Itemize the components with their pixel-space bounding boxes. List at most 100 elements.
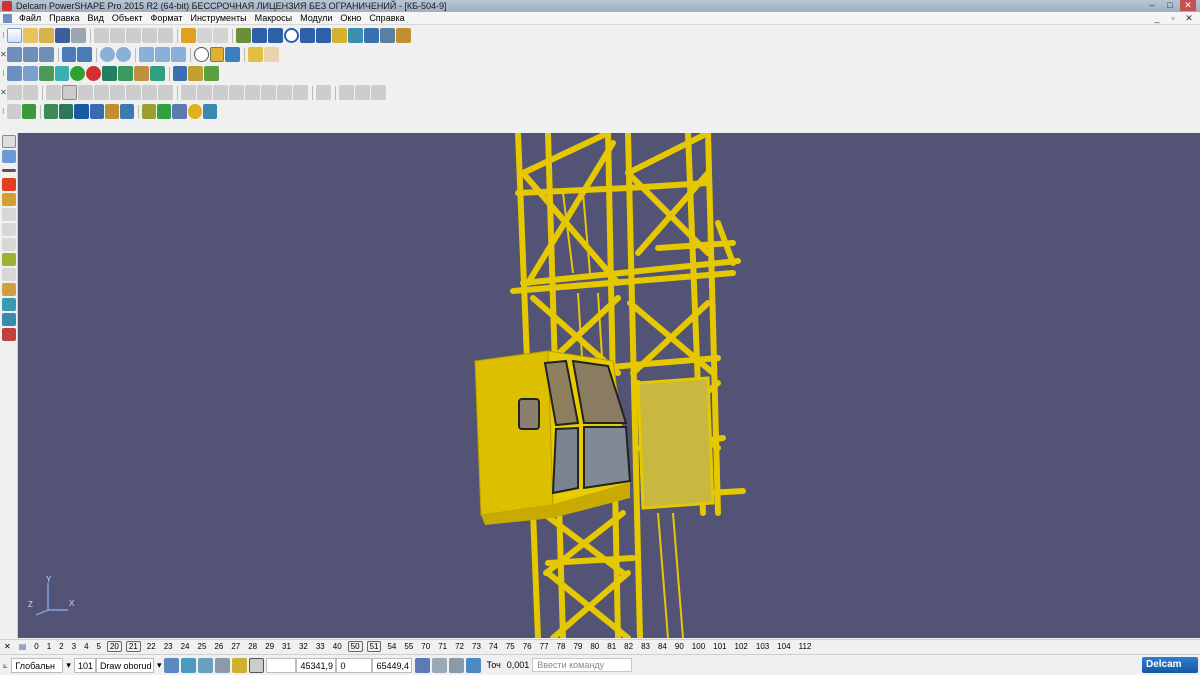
assembly-constraint-icon[interactable] xyxy=(89,104,104,119)
toolbar-grip[interactable]: ⁝ xyxy=(0,28,7,43)
level-number[interactable]: 101 xyxy=(73,657,96,673)
view-top-icon[interactable] xyxy=(6,47,22,62)
level-button[interactable]: 27 xyxy=(227,642,244,651)
level-button[interactable]: 40 xyxy=(329,642,346,651)
line-icon[interactable] xyxy=(252,28,267,43)
level-button[interactable]: 29 xyxy=(261,642,278,651)
object-list-icon[interactable] xyxy=(22,66,38,81)
level-button[interactable]: 100 xyxy=(688,642,709,651)
arc-icon[interactable] xyxy=(268,28,283,43)
menu-format[interactable]: Формат xyxy=(147,13,187,23)
chain-icon[interactable] xyxy=(2,193,16,206)
assembly-group-icon[interactable] xyxy=(74,104,89,119)
toolbar-grip[interactable]: ⁝ xyxy=(0,104,7,119)
feature-tree-icon[interactable] xyxy=(339,85,354,100)
delete-icon[interactable] xyxy=(158,28,173,43)
calculator-icon[interactable] xyxy=(415,657,431,673)
assembly-icon[interactable] xyxy=(204,66,220,81)
level-button[interactable]: 70 xyxy=(417,642,434,651)
feature-chamfer-icon[interactable] xyxy=(197,85,212,100)
ball-green-icon[interactable] xyxy=(70,66,86,81)
level-button[interactable]: 80 xyxy=(586,642,603,651)
mdi-close-button[interactable]: ✕ xyxy=(1182,13,1196,24)
offset-icon[interactable] xyxy=(2,283,16,296)
assembly-replace-icon[interactable] xyxy=(119,104,135,119)
level-button[interactable]: 78 xyxy=(553,642,570,651)
command-input[interactable]: Ввести команду xyxy=(532,658,633,672)
close-button[interactable]: ✕ xyxy=(1180,0,1196,11)
copy-icon[interactable] xyxy=(110,28,125,43)
level-button[interactable]: 76 xyxy=(519,642,536,651)
solid-revolve-icon[interactable] xyxy=(23,85,38,100)
document-icon[interactable] xyxy=(3,13,12,23)
level-button[interactable]: 25 xyxy=(194,642,211,651)
coord-x-field[interactable]: 45341,9 xyxy=(296,657,337,673)
level-button[interactable]: 74 xyxy=(485,642,502,651)
level-button[interactable]: 28 xyxy=(244,642,261,651)
redo-icon[interactable] xyxy=(197,28,212,43)
level-button[interactable]: 102 xyxy=(731,642,752,651)
component-icon[interactable] xyxy=(6,104,21,119)
shaded-view-icon[interactable] xyxy=(181,657,197,673)
solid-wedge-icon[interactable] xyxy=(158,85,173,100)
solid-block-icon[interactable] xyxy=(46,85,61,100)
material-icon[interactable] xyxy=(38,66,54,81)
level-button[interactable]: 77 xyxy=(536,642,553,651)
open-recent-icon[interactable] xyxy=(39,28,54,43)
level-button-active[interactable]: 21 xyxy=(125,641,141,652)
minimize-button[interactable]: – xyxy=(1144,0,1160,11)
shading-analysis-icon[interactable] xyxy=(187,104,202,119)
view-front-icon[interactable] xyxy=(22,47,38,62)
blank-icon[interactable] xyxy=(215,657,231,673)
toolbar-close[interactable]: ✕ xyxy=(0,85,7,100)
level-button-active[interactable]: 50 xyxy=(347,641,363,652)
text-icon[interactable] xyxy=(316,28,331,43)
erase-icon[interactable] xyxy=(142,28,157,43)
color-icon[interactable] xyxy=(54,66,70,81)
save-icon[interactable] xyxy=(55,28,70,43)
workplane-icon[interactable]: ⟀ xyxy=(0,658,11,673)
level-button[interactable]: 104 xyxy=(773,642,794,651)
analyse-icon[interactable] xyxy=(172,104,187,119)
feature-hole-icon[interactable] xyxy=(213,85,228,100)
level-button[interactable]: 24 xyxy=(177,642,194,651)
level-button[interactable]: 90 xyxy=(671,642,688,651)
arrow-icon[interactable] xyxy=(102,66,117,81)
shaded-edges-icon[interactable] xyxy=(225,47,241,62)
level-button[interactable]: 5 xyxy=(93,642,105,651)
ball-red-icon[interactable] xyxy=(86,66,102,81)
workplane-select[interactable]: Глобальн xyxy=(11,657,64,673)
feature-mirror-icon[interactable] xyxy=(316,85,331,100)
level-button[interactable]: 71 xyxy=(434,642,451,651)
circle-icon[interactable] xyxy=(284,28,299,43)
menu-help[interactable]: Справка xyxy=(365,13,408,23)
warning-icon[interactable] xyxy=(2,178,16,191)
toolbar-grip[interactable]: ⁝ xyxy=(0,66,7,81)
coord-z-field[interactable]: 65449,4 xyxy=(372,657,413,673)
assembly-add-icon[interactable] xyxy=(43,104,59,119)
play-icon[interactable] xyxy=(117,66,133,81)
view-right-icon[interactable] xyxy=(38,47,54,62)
print-icon[interactable] xyxy=(71,28,86,43)
solid-torus-icon[interactable] xyxy=(126,85,141,100)
feature-pattern-icon[interactable] xyxy=(293,85,308,100)
feature-draft-icon[interactable] xyxy=(245,85,260,100)
move-icon[interactable] xyxy=(2,223,16,236)
open-file-icon[interactable] xyxy=(23,28,38,43)
menu-tools[interactable]: Инструменты xyxy=(186,13,250,23)
solid-spring-icon[interactable] xyxy=(142,85,157,100)
hand-icon[interactable] xyxy=(264,47,280,62)
tolerance-value[interactable]: 0,001 xyxy=(504,658,533,673)
frame-icon[interactable] xyxy=(149,66,165,81)
hidden-lines-icon[interactable] xyxy=(198,657,214,673)
measure-icon[interactable] xyxy=(449,657,465,673)
lights-icon[interactable] xyxy=(248,47,264,62)
view-iso-icon[interactable] xyxy=(61,47,77,62)
zoom-window-icon[interactable] xyxy=(139,47,154,62)
grid-icon[interactable] xyxy=(249,657,265,673)
curve-icon[interactable] xyxy=(300,28,315,43)
level-close-icon[interactable]: ✕ xyxy=(0,642,15,651)
mesh-icon[interactable] xyxy=(380,28,395,43)
blend-icon[interactable] xyxy=(2,313,16,326)
menu-file[interactable]: Файл xyxy=(15,13,45,23)
